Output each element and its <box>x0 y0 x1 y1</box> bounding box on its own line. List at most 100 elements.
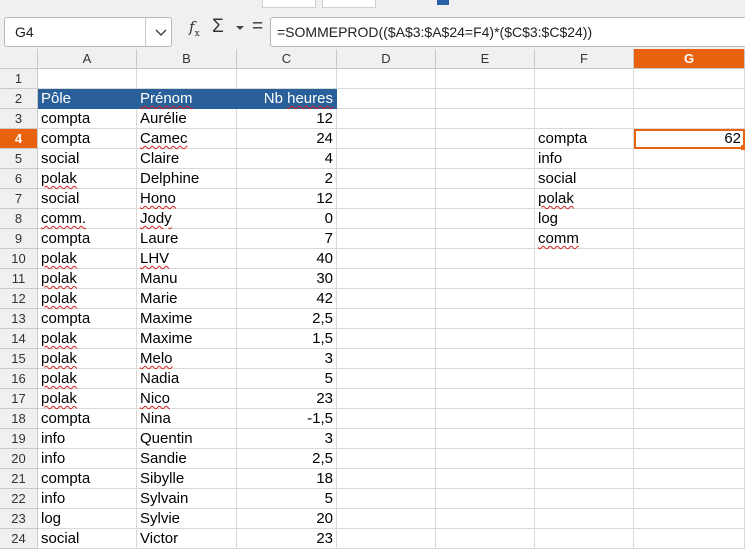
cell-c6[interactable]: 2 <box>237 169 337 189</box>
cell-a17[interactable]: polak <box>38 389 137 409</box>
cell-a15[interactable]: polak <box>38 349 137 369</box>
row-header-22[interactable]: 22 <box>0 489 38 509</box>
row-header-24[interactable]: 24 <box>0 529 38 549</box>
cell-c12[interactable]: 42 <box>237 289 337 309</box>
cell-g23[interactable] <box>634 509 745 529</box>
cell-f24[interactable] <box>535 529 634 549</box>
cell-f10[interactable] <box>535 249 634 269</box>
cell-b24[interactable]: Victor <box>137 529 237 549</box>
cell-f15[interactable] <box>535 349 634 369</box>
column-header-c[interactable]: C <box>237 49 337 69</box>
cell-e3[interactable] <box>436 109 535 129</box>
name-box-value[interactable]: G4 <box>15 24 34 40</box>
cell-f1[interactable] <box>535 69 634 89</box>
cell-g12[interactable] <box>634 289 745 309</box>
cell-c23[interactable]: 20 <box>237 509 337 529</box>
cell-g22[interactable] <box>634 489 745 509</box>
cell-f19[interactable] <box>535 429 634 449</box>
row-header-8[interactable]: 8 <box>0 209 38 229</box>
cell-b6[interactable]: Delphine <box>137 169 237 189</box>
row-header-13[interactable]: 13 <box>0 309 38 329</box>
cell-f3[interactable] <box>535 109 634 129</box>
cell-b19[interactable]: Quentin <box>137 429 237 449</box>
cell-a3[interactable]: compta <box>38 109 137 129</box>
cell-e18[interactable] <box>436 409 535 429</box>
cell-e2[interactable] <box>436 89 535 109</box>
cell-e11[interactable] <box>436 269 535 289</box>
cell-a6[interactable]: polak <box>38 169 137 189</box>
cell-f20[interactable] <box>535 449 634 469</box>
cell-b20[interactable]: Sandie <box>137 449 237 469</box>
row-header-15[interactable]: 15 <box>0 349 38 369</box>
cell-a10[interactable]: polak <box>38 249 137 269</box>
row-header-7[interactable]: 7 <box>0 189 38 209</box>
cell-d12[interactable] <box>337 289 436 309</box>
cell-e16[interactable] <box>436 369 535 389</box>
row-header-18[interactable]: 18 <box>0 409 38 429</box>
cell-g20[interactable] <box>634 449 745 469</box>
cell-f21[interactable] <box>535 469 634 489</box>
cell-g17[interactable] <box>634 389 745 409</box>
cell-c5[interactable]: 4 <box>237 149 337 169</box>
row-header-4[interactable]: 4 <box>0 129 38 149</box>
cell-d6[interactable] <box>337 169 436 189</box>
cell-e17[interactable] <box>436 389 535 409</box>
cell-f8[interactable]: log <box>535 209 634 229</box>
cell-e4[interactable] <box>436 129 535 149</box>
cell-c19[interactable]: 3 <box>237 429 337 449</box>
cell-a16[interactable]: polak <box>38 369 137 389</box>
cell-c7[interactable]: 12 <box>237 189 337 209</box>
cell-d14[interactable] <box>337 329 436 349</box>
cell-e23[interactable] <box>436 509 535 529</box>
cell-d2[interactable] <box>337 89 436 109</box>
cell-d17[interactable] <box>337 389 436 409</box>
cell-c14[interactable]: 1,5 <box>237 329 337 349</box>
row-header-17[interactable]: 17 <box>0 389 38 409</box>
column-header-e[interactable]: E <box>436 49 535 69</box>
chevron-down-icon[interactable] <box>234 22 246 34</box>
column-header-b[interactable]: B <box>137 49 237 69</box>
cell-e21[interactable] <box>436 469 535 489</box>
cell-e7[interactable] <box>436 189 535 209</box>
cell-d20[interactable] <box>337 449 436 469</box>
cell-b13[interactable]: Maxime <box>137 309 237 329</box>
row-header-3[interactable]: 3 <box>0 109 38 129</box>
cell-e19[interactable] <box>436 429 535 449</box>
cell-a19[interactable]: info <box>38 429 137 449</box>
row-header-19[interactable]: 19 <box>0 429 38 449</box>
cell-b23[interactable]: Sylvie <box>137 509 237 529</box>
cell-b11[interactable]: Manu <box>137 269 237 289</box>
formula-input[interactable]: =SOMMEPROD(($A$3:$A$24=F4)*($C$3:$C$24)) <box>270 17 745 47</box>
cell-f7[interactable]: polak <box>535 189 634 209</box>
cell-f9[interactable]: comm <box>535 229 634 249</box>
cell-g8[interactable] <box>634 209 745 229</box>
cell-d15[interactable] <box>337 349 436 369</box>
row-header-9[interactable]: 9 <box>0 229 38 249</box>
cell-b2[interactable]: Prénom <box>137 89 237 109</box>
cell-g2[interactable] <box>634 89 745 109</box>
cell-c11[interactable]: 30 <box>237 269 337 289</box>
cell-d3[interactable] <box>337 109 436 129</box>
cell-a14[interactable]: polak <box>38 329 137 349</box>
cell-e1[interactable] <box>436 69 535 89</box>
cell-g10[interactable] <box>634 249 745 269</box>
cell-a24[interactable]: social <box>38 529 137 549</box>
row-header-16[interactable]: 16 <box>0 369 38 389</box>
cell-a21[interactable]: compta <box>38 469 137 489</box>
cell-c24[interactable]: 23 <box>237 529 337 549</box>
cell-d11[interactable] <box>337 269 436 289</box>
row-header-14[interactable]: 14 <box>0 329 38 349</box>
cell-d7[interactable] <box>337 189 436 209</box>
cell-a1[interactable] <box>38 69 137 89</box>
cell-g6[interactable] <box>634 169 745 189</box>
cell-g16[interactable] <box>634 369 745 389</box>
cell-d5[interactable] <box>337 149 436 169</box>
row-header-20[interactable]: 20 <box>0 449 38 469</box>
cell-b22[interactable]: Sylvain <box>137 489 237 509</box>
row-header-11[interactable]: 11 <box>0 269 38 289</box>
cell-g5[interactable] <box>634 149 745 169</box>
cell-b12[interactable]: Marie <box>137 289 237 309</box>
cell-b5[interactable]: Claire <box>137 149 237 169</box>
cell-c2[interactable]: Nb heures <box>237 89 337 109</box>
cell-c21[interactable]: 18 <box>237 469 337 489</box>
